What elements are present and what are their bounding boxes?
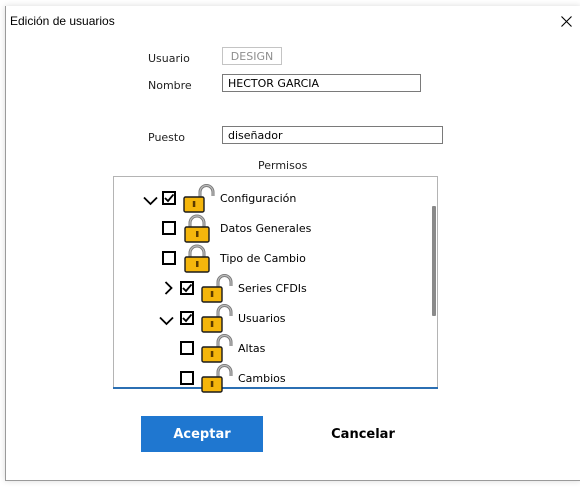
tree-expander[interactable] — [164, 280, 173, 299]
chevron-down-icon — [159, 316, 174, 326]
tree-node[interactable]: Configuración — [0, 183, 430, 213]
tree-expander[interactable] — [143, 191, 158, 210]
permission-checkbox[interactable] — [162, 191, 176, 205]
tree-node-label: Configuración — [220, 192, 297, 205]
puesto-label: Puesto — [148, 131, 185, 144]
cancel-button[interactable]: Cancelar — [302, 416, 424, 452]
accept-button[interactable]: Aceptar — [141, 416, 263, 452]
puesto-field[interactable] — [222, 126, 443, 144]
tree-node-label: Cambios — [238, 372, 286, 385]
tree-node-label: Datos Generales — [220, 222, 312, 235]
tree-node-label: Usuarios — [238, 312, 286, 325]
permission-checkbox[interactable] — [162, 221, 176, 235]
tree-node-label: Tipo de Cambio — [220, 252, 306, 265]
chevron-down-icon — [143, 196, 158, 206]
checkmark-icon — [182, 283, 192, 293]
permission-checkbox[interactable] — [180, 341, 194, 355]
tree-expander[interactable] — [159, 311, 174, 330]
permisos-label: Permisos — [258, 159, 308, 172]
nombre-field[interactable] — [222, 74, 421, 92]
chevron-right-icon — [164, 281, 173, 295]
close-button[interactable] — [554, 12, 578, 32]
window-title: Edición de usuarios — [10, 14, 115, 28]
tree-node[interactable]: Datos Generales — [0, 213, 430, 243]
close-icon — [561, 16, 572, 27]
lock-open-icon-wrap — [200, 273, 234, 307]
usuario-field[interactable] — [222, 47, 282, 65]
lock-open-icon-wrap — [182, 183, 216, 217]
lock-open-icon — [201, 304, 233, 333]
tree-node-label: Altas — [238, 342, 266, 355]
lock-closed-icon — [184, 244, 210, 273]
lock-open-icon — [201, 334, 233, 363]
lock-open-icon-wrap — [200, 303, 234, 337]
tree-node[interactable]: Cambios — [0, 363, 430, 393]
nombre-label: Nombre — [148, 79, 192, 92]
lock-open-icon-wrap — [200, 333, 234, 367]
lock-open-icon-wrap — [200, 363, 234, 397]
tree-node[interactable]: Usuarios — [0, 303, 430, 333]
permission-checkbox[interactable] — [180, 371, 194, 385]
lock-open-icon — [201, 274, 233, 303]
checkmark-icon — [164, 193, 174, 203]
usuario-label: Usuario — [148, 52, 190, 65]
lock-closed-icon-wrap — [182, 213, 212, 247]
tree-scrollbar[interactable] — [432, 206, 436, 316]
lock-open-icon — [201, 364, 233, 393]
tree-node-label: Series CFDIs — [238, 282, 307, 295]
permission-checkbox[interactable] — [180, 311, 194, 325]
tree-node[interactable]: Series CFDIs — [0, 273, 430, 303]
tree-node[interactable]: Tipo de Cambio — [0, 243, 430, 273]
checkmark-icon — [182, 313, 192, 323]
lock-closed-icon — [184, 214, 210, 243]
lock-open-icon — [183, 184, 215, 213]
tree-node[interactable]: Altas — [0, 333, 430, 363]
lock-closed-icon-wrap — [182, 243, 212, 277]
permission-checkbox[interactable] — [180, 281, 194, 295]
permission-checkbox[interactable] — [162, 251, 176, 265]
title-bar: Edición de usuarios — [6, 6, 580, 34]
